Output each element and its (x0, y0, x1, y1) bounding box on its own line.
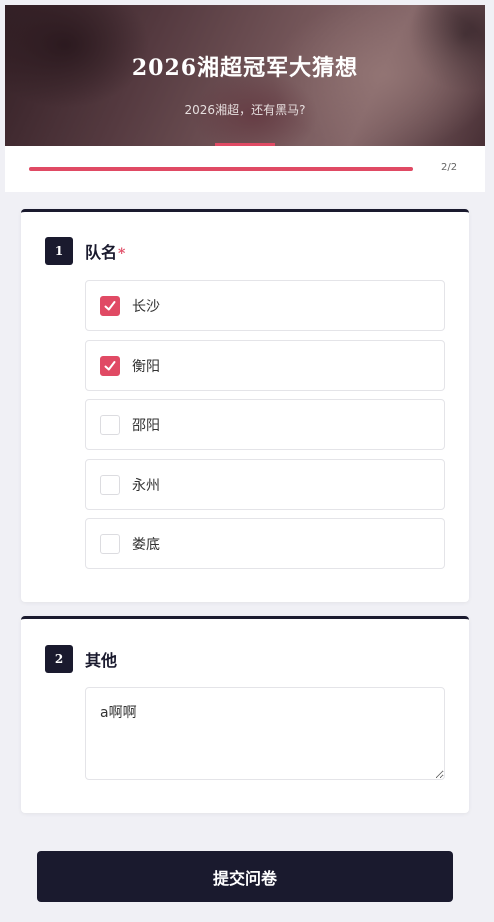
option-label: 长沙 (132, 298, 160, 315)
option-yongzhou[interactable]: 永州 (85, 459, 445, 510)
checkbox[interactable] (100, 414, 120, 435)
banner-indicator (215, 143, 275, 146)
progress-text: 2/2 (441, 162, 458, 173)
checkmark-icon (104, 300, 116, 310)
checkmark-icon (104, 360, 116, 370)
progress-track (29, 167, 413, 171)
question-title: 其他 (85, 651, 118, 670)
option-hengyang[interactable]: 衡阳 (85, 340, 445, 391)
other-textarea[interactable]: a啊啊 (85, 687, 445, 780)
required-mark: * (118, 246, 126, 262)
option-label: 永州 (132, 477, 160, 494)
question-title-text: 队名 (85, 243, 118, 262)
question-card-1: 1 队名* 长沙 衡阳 邵阳 永州 娄底 (21, 209, 469, 602)
checkbox-checked[interactable] (100, 355, 120, 376)
option-changsha[interactable]: 长沙 (85, 280, 445, 331)
question-number: 1 (45, 237, 73, 265)
checkbox-checked[interactable] (100, 295, 120, 316)
survey-subtitle: 2026湘超，还有黑马? (184, 103, 306, 117)
question-header: 2 其他 (45, 645, 117, 673)
progress-fill (29, 167, 413, 171)
question-title: 队名* (85, 239, 125, 263)
checkbox[interactable] (100, 474, 120, 495)
header-banner: 2026湘超冠军大猜想 2026湘超，还有黑马? (5, 5, 485, 146)
option-label: 衡阳 (132, 358, 160, 375)
option-label: 邵阳 (132, 417, 160, 434)
option-label: 娄底 (132, 536, 160, 553)
option-loudi[interactable]: 娄底 (85, 518, 445, 569)
submit-button[interactable]: 提交问卷 (37, 851, 453, 902)
checkbox[interactable] (100, 533, 120, 554)
survey-title: 2026湘超冠军大猜想 (131, 55, 359, 81)
question-header: 1 队名* (45, 237, 125, 265)
option-shaoyang[interactable]: 邵阳 (85, 399, 445, 450)
question-number: 2 (45, 645, 73, 673)
progress-section: 2/2 (5, 146, 485, 192)
question-card-2: 2 其他 a啊啊 (21, 616, 469, 813)
